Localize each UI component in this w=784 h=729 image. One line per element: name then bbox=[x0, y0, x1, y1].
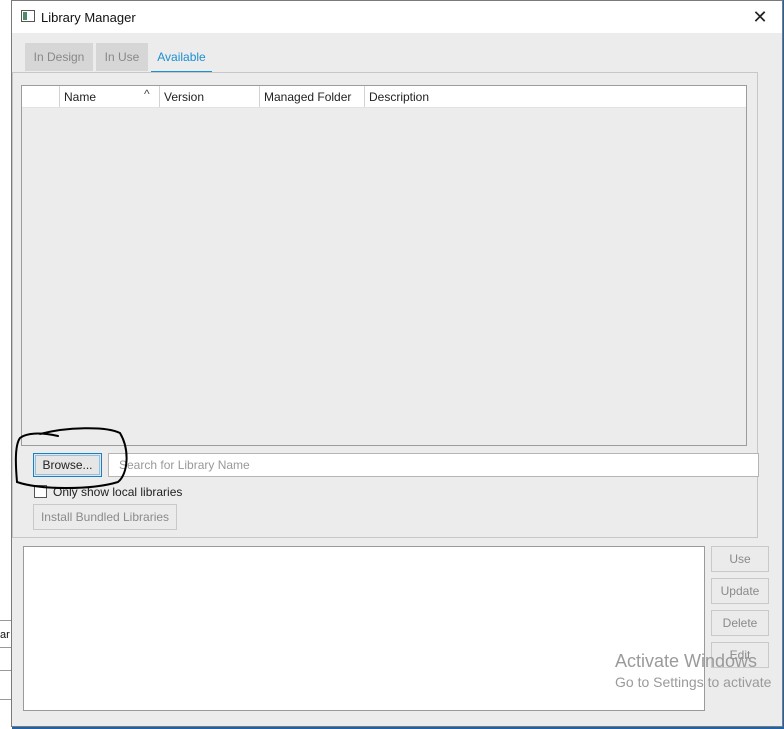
column-header-name[interactable]: Name ^ bbox=[59, 86, 159, 107]
close-button[interactable]: ✕ bbox=[738, 1, 782, 33]
library-details-area[interactable] bbox=[23, 546, 705, 711]
update-button[interactable]: Update bbox=[711, 578, 769, 604]
background-field-text: ar bbox=[0, 629, 10, 641]
window-title: Library Manager bbox=[41, 10, 136, 25]
delete-button[interactable]: Delete bbox=[711, 610, 769, 636]
table-header: Name ^ Version Managed Folder Descriptio… bbox=[22, 86, 746, 108]
libraries-table[interactable]: Name ^ Version Managed Folder Descriptio… bbox=[21, 85, 747, 446]
browse-button[interactable]: Browse... bbox=[33, 453, 102, 477]
sort-ascending-icon: ^ bbox=[144, 87, 150, 101]
tab-in-design[interactable]: In Design bbox=[25, 43, 93, 71]
watermark-subtitle: Go to Settings to activate bbox=[615, 674, 772, 690]
column-header-managed-folder[interactable]: Managed Folder bbox=[259, 86, 364, 107]
install-bundled-libraries-button[interactable]: Install Bundled Libraries bbox=[33, 504, 177, 530]
column-header-version[interactable]: Version bbox=[159, 86, 259, 107]
activate-windows-watermark: Activate Windows Go to Settings to activ… bbox=[615, 651, 771, 690]
title-bar[interactable]: Library Manager ✕ bbox=[12, 1, 782, 33]
app-icon bbox=[21, 10, 35, 22]
local-only-label: Only show local libraries bbox=[53, 485, 183, 499]
column-header-description[interactable]: Description bbox=[364, 86, 746, 107]
tab-in-use[interactable]: In Use bbox=[96, 43, 148, 71]
column-header-select[interactable] bbox=[22, 86, 59, 107]
tab-available[interactable]: Available bbox=[151, 43, 212, 73]
watermark-title: Activate Windows bbox=[615, 651, 758, 671]
search-input[interactable] bbox=[108, 453, 759, 477]
column-header-name-label: Name bbox=[64, 90, 97, 104]
local-only-checkbox[interactable] bbox=[34, 485, 47, 498]
use-button[interactable]: Use bbox=[711, 546, 769, 572]
